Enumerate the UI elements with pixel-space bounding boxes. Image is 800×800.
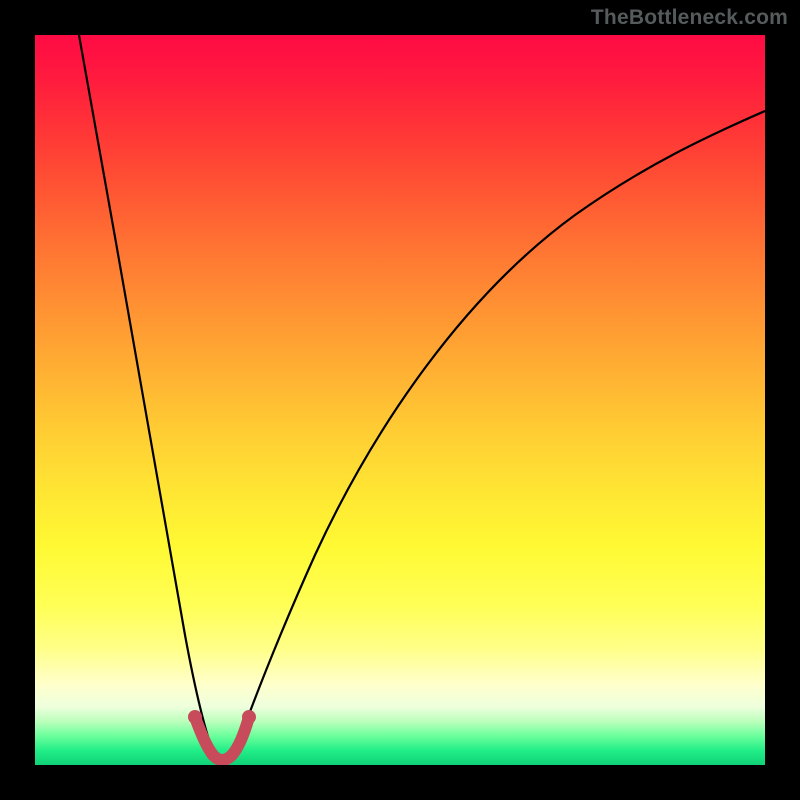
- right-curve: [233, 111, 765, 757]
- chart-frame: TheBottleneck.com: [0, 0, 800, 800]
- plot-area: [35, 35, 765, 765]
- connector-dot-left: [188, 710, 202, 724]
- curve-layer: [35, 35, 765, 765]
- left-curve: [79, 35, 215, 757]
- connector-dot-right: [242, 710, 256, 724]
- watermark-text: TheBottleneck.com: [591, 6, 788, 30]
- bottom-connector: [195, 717, 249, 760]
